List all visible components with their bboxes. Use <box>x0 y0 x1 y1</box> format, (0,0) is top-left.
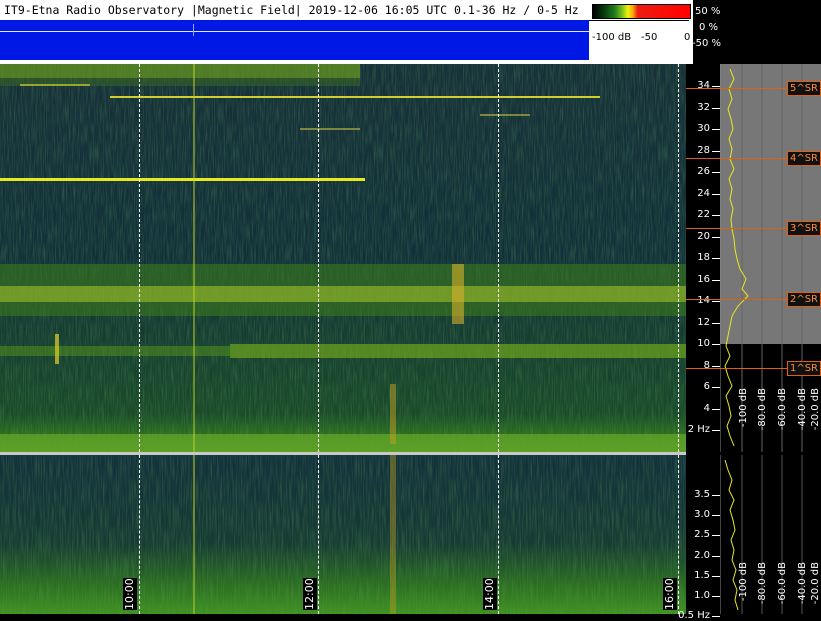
colorbar-axis <box>589 20 689 21</box>
spectrogram-low <box>0 455 686 614</box>
db-label: -80.0 dB <box>757 388 768 431</box>
pct-mid-label: 0 % <box>699 22 719 33</box>
freq-tick <box>712 172 720 173</box>
magnetic-field-band <box>0 20 589 60</box>
time-gridline <box>678 64 679 452</box>
time-label-1200: 12:00 <box>303 578 317 610</box>
colorbar-min-label: -100 dB <box>592 32 632 43</box>
freq-tick-label: 34 <box>697 80 710 91</box>
freq-tick-low <box>712 616 720 618</box>
freq-tick-label: 22 <box>697 209 710 220</box>
db-label: -40.0 dB <box>797 388 808 431</box>
freq-tick-label-low: 2.5 <box>694 529 710 541</box>
time-gridline <box>139 64 140 452</box>
freq-tick-low <box>712 555 720 557</box>
freq-tick-label: 6 <box>703 381 710 392</box>
freq-tick-label: 32 <box>697 101 710 113</box>
freq-tick-low <box>712 535 720 537</box>
sr3-label: 3^SR <box>787 221 821 236</box>
db-label: -60.0 dB <box>777 388 788 431</box>
freq-tick <box>712 365 720 367</box>
freq-tick-label-low: 2.0 <box>694 549 710 561</box>
freq-tick <box>712 193 720 195</box>
chart-title: IT9-Etna Radio Observatory |Magnetic Fie… <box>4 3 579 17</box>
freq-tick-low <box>712 596 720 597</box>
freq-tick <box>712 258 720 259</box>
pct-top-label: 50 % <box>695 6 721 17</box>
sr2-label: 2^SR <box>787 292 821 307</box>
time-gridline <box>498 455 499 614</box>
freq-tick <box>712 86 720 87</box>
field-spike <box>193 24 194 36</box>
time-label-1000: 10:00 <box>123 578 137 610</box>
freq-tick <box>712 236 720 238</box>
freq-tick-low <box>712 515 720 517</box>
freq-tick <box>712 344 720 345</box>
spectrogram-low-image <box>0 455 686 614</box>
freq-tick <box>712 301 720 302</box>
freq-tick-label-low: 1.5 <box>694 569 710 581</box>
sr1-label: 1^SR <box>787 361 821 376</box>
db-label-low: -80.0 dB <box>757 562 768 605</box>
freq-tick <box>712 408 720 410</box>
freq-tick-label-low: 3.0 <box>694 509 710 521</box>
freq-tick-label: 2 Hz <box>687 424 710 435</box>
db-label-low: -20.0 dB <box>810 562 821 605</box>
time-gridline <box>139 455 140 614</box>
freq-tick-label: 24 <box>697 187 710 199</box>
freq-tick <box>712 279 720 281</box>
freq-tick-label: 28 <box>697 144 710 156</box>
sr5-label: 5^SR <box>787 81 821 96</box>
freq-tick <box>712 129 720 130</box>
freq-tick <box>712 107 720 109</box>
freq-tick-label: 26 <box>697 166 710 177</box>
freq-tick-label: 30 <box>697 123 710 134</box>
freq-tick-label: 4 <box>703 402 710 414</box>
freq-tick-label: 10 <box>697 338 710 349</box>
time-label-1600: 16:00 <box>663 578 677 610</box>
freq-tick-label: 20 <box>697 230 710 242</box>
db-label-low: -100 dB <box>738 562 749 602</box>
time-gridline <box>498 64 499 452</box>
freq-tick-label: 8 <box>703 359 710 371</box>
freq-tick-label-low: 3.5 <box>694 489 710 500</box>
freq-tick <box>712 150 720 152</box>
freq-tick-label: 14 <box>697 295 710 306</box>
freq-axis-main: 34 32 30 28 26 24 22 20 18 16 14 12 10 8 6 4 2 Hz <box>686 64 720 452</box>
db-label-low: -60.0 dB <box>777 562 788 605</box>
freq-tick-label-low: 1.0 <box>694 590 710 601</box>
spectrogram-main-image <box>0 64 686 452</box>
time-gridline <box>318 64 319 452</box>
db-label: -20.0 dB <box>810 388 821 431</box>
colorbar-max-label: 0 <box>684 32 691 43</box>
freq-tick <box>712 430 720 431</box>
freq-tick-label-low: 0.5 Hz <box>678 610 710 621</box>
freq-tick-label: 16 <box>697 273 710 285</box>
freq-tick <box>712 215 720 216</box>
time-label-1400: 14:00 <box>483 578 497 610</box>
time-gridline <box>678 455 679 614</box>
sr4-label: 4^SR <box>787 151 821 166</box>
freq-tick-label: 18 <box>697 252 710 263</box>
spectrogram-main <box>0 64 686 452</box>
colorbar-gradient <box>592 4 691 19</box>
db-label-low: -40.0 dB <box>797 562 808 605</box>
freq-tick-low <box>712 495 720 496</box>
freq-tick-label: 12 <box>697 316 710 328</box>
pct-bot-label: -50 % <box>692 38 722 49</box>
freq-tick <box>712 387 720 388</box>
db-label: -100 dB <box>738 388 749 428</box>
freq-tick-low <box>712 575 720 577</box>
freq-tick <box>712 322 720 324</box>
field-trace-line <box>0 31 589 32</box>
time-gridline <box>318 455 319 614</box>
colorbar-mid-label: -50 <box>641 32 658 43</box>
freq-axis-low: 3.5 3.0 2.5 2.0 1.5 1.0 0.5 Hz <box>678 455 720 621</box>
